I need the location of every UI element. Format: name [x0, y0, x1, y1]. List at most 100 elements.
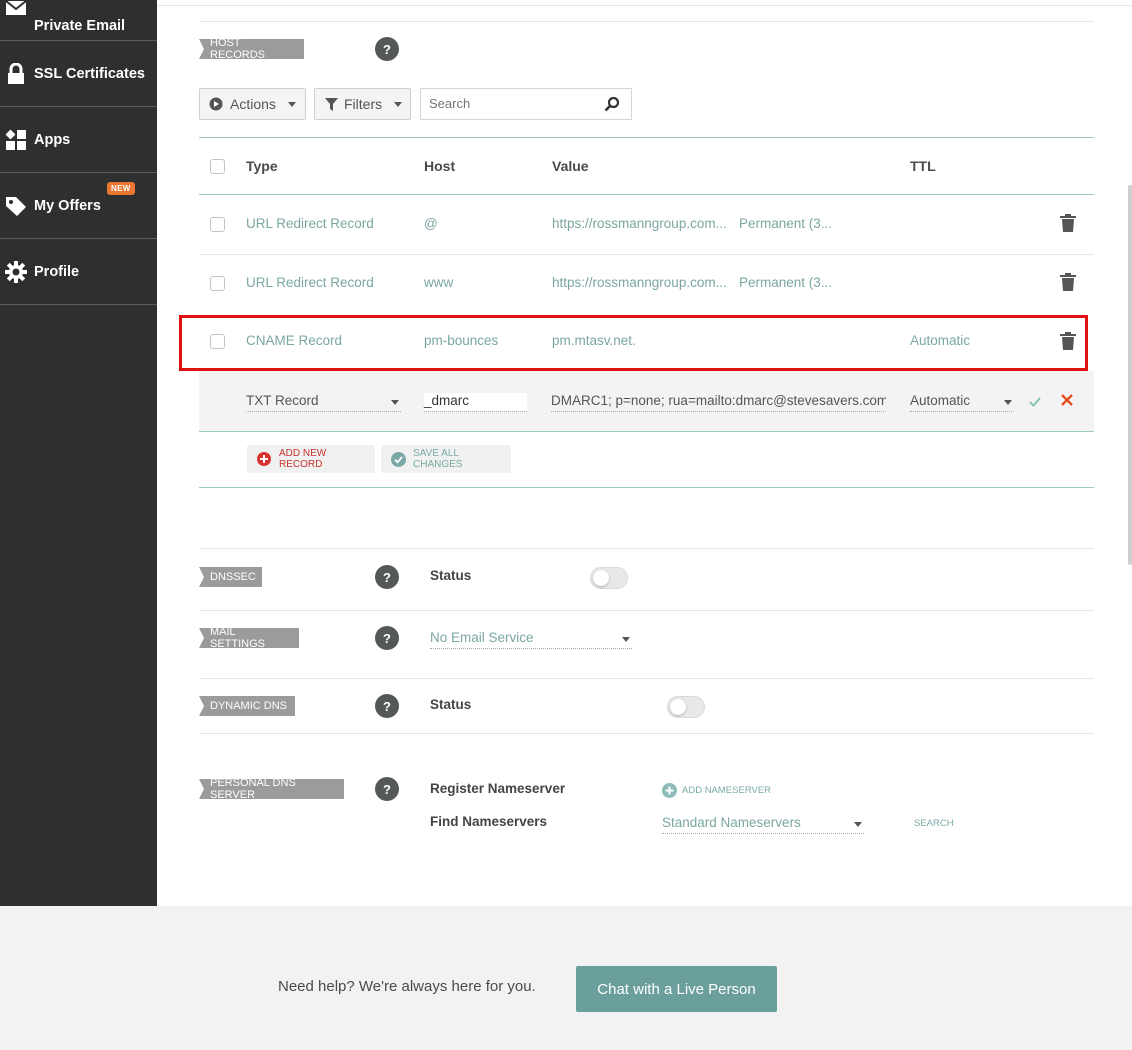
sidebar-item-label: SSL Certificates [34, 65, 145, 82]
register-nameserver-label: Register Nameserver [430, 781, 566, 796]
filters-button[interactable]: Filters [314, 88, 411, 120]
record-host[interactable]: @ [424, 216, 438, 231]
sidebar-item-apps[interactable]: Apps [0, 107, 157, 173]
record-type-select[interactable]: TXT Record [246, 393, 401, 412]
search-input[interactable] [427, 95, 591, 112]
filter-icon [325, 97, 338, 111]
table-top-border [199, 137, 1094, 138]
chat-with-live-person-button[interactable]: Chat with a Live Person [576, 966, 777, 1012]
add-nameserver-label: ADD NAMESERVER [682, 785, 772, 796]
search-icon[interactable] [604, 96, 620, 117]
sidebar-item-label: Private Email [34, 17, 126, 34]
add-nameserver-button[interactable]: ADD NAMESERVER [662, 783, 771, 798]
sidebar-item-label: Profile [34, 263, 80, 280]
actions-button[interactable]: Actions [199, 88, 306, 120]
play-circle-icon [209, 97, 223, 111]
record-redirect-type[interactable]: Permanent (3... [739, 216, 832, 231]
section-tag-personal-dns-server: PERSONAL DNS SERVER [199, 777, 344, 801]
row-divider [199, 254, 1094, 255]
add-new-record-button[interactable]: ADD NEW RECORD [247, 445, 375, 473]
help-icon[interactable]: ? [375, 777, 399, 801]
help-text: Need help? We're always here for you. [278, 978, 536, 995]
checkmark-icon[interactable] [1029, 394, 1041, 412]
nameserver-type-select[interactable]: Standard Nameservers [662, 815, 864, 834]
chevron-down-icon [622, 637, 630, 642]
row-checkbox[interactable] [210, 276, 225, 291]
sidebar-item-label: Apps [34, 131, 71, 148]
envelope-icon [4, 0, 28, 20]
section-tag-dynamic-dns: DYNAMIC DNS [199, 696, 295, 716]
value-input-value: DMARC1; p=none; rua=mailto:dmarc@stevesa… [551, 393, 886, 408]
chevron-down-icon [394, 101, 403, 107]
edit-row-border [199, 431, 1094, 432]
actions-label: Actions [230, 96, 276, 112]
record-type[interactable]: URL Redirect Record [246, 216, 374, 231]
dnssec-toggle[interactable] [590, 567, 628, 589]
add-new-record-label: ADD NEW RECORD [279, 448, 327, 470]
sidebar-item-profile[interactable]: Profile [0, 239, 157, 305]
divider [199, 610, 1094, 611]
chevron-down-icon [1004, 400, 1012, 405]
dynamic-dns-toggle[interactable] [667, 696, 705, 718]
apps-grid-icon [4, 128, 28, 152]
find-nameservers-label: Find Nameservers [430, 814, 548, 829]
save-all-changes-label: SAVE ALL CHANGES [413, 448, 463, 470]
row-checkbox[interactable] [210, 217, 225, 232]
plus-circle-icon [257, 452, 271, 466]
divider [199, 548, 1094, 549]
footer [0, 906, 1132, 1050]
lock-icon [4, 62, 28, 86]
column-header-ttl: TTL [910, 158, 936, 174]
divider [199, 678, 1094, 679]
section-tag-mail-settings: MAIL SETTINGS [199, 626, 299, 650]
close-icon[interactable] [1061, 393, 1073, 411]
nameserver-type-value: Standard Nameservers [662, 815, 801, 830]
help-icon[interactable]: ? [375, 626, 399, 650]
new-badge: NEW [107, 182, 135, 195]
record-redirect-type[interactable]: Permanent (3... [739, 275, 832, 290]
chevron-down-icon [391, 400, 399, 405]
sidebar-item-private-email[interactable]: Private Email [0, 0, 157, 41]
record-host[interactable]: www [424, 275, 453, 290]
check-circle-icon [391, 451, 406, 467]
column-header-type: Type [246, 158, 278, 174]
column-header-host: Host [424, 158, 456, 174]
record-type-value: TXT Record [246, 393, 319, 408]
edit-record-row[interactable]: TXT Record _dmarc DMARC1; p=none; rua=ma… [199, 371, 1094, 431]
help-icon[interactable]: ? [375, 37, 399, 61]
trash-icon[interactable] [1060, 273, 1076, 291]
mail-service-select[interactable]: No Email Service [430, 630, 632, 649]
help-icon[interactable]: ? [375, 565, 399, 589]
dynamic-dns-status-label: Status [430, 697, 472, 712]
search-box[interactable] [420, 88, 632, 120]
tag-icon [4, 194, 28, 218]
record-type[interactable]: URL Redirect Record [246, 275, 374, 290]
ttl-select[interactable]: Automatic [910, 393, 1014, 412]
chevron-down-icon [854, 822, 862, 827]
host-input-value: _dmarc [424, 393, 470, 408]
value-input[interactable]: DMARC1; p=none; rua=mailto:dmarc@stevesa… [551, 393, 886, 412]
search-nameservers-button[interactable]: SEARCH [914, 818, 954, 829]
section-border [199, 487, 1094, 488]
chevron-down-icon [287, 101, 296, 107]
sidebar-item-ssl-certificates[interactable]: SSL Certificates [0, 41, 157, 107]
record-value[interactable]: https://rossmanngroup.com... [552, 216, 727, 231]
mail-service-value: No Email Service [430, 630, 534, 645]
trash-icon[interactable] [1060, 214, 1076, 232]
header-bottom-border [199, 194, 1094, 195]
sidebar-item-label: My Offers [34, 197, 101, 214]
save-all-changes-button[interactable]: SAVE ALL CHANGES [381, 445, 511, 473]
scrollbar[interactable] [1128, 185, 1132, 565]
help-icon[interactable]: ? [375, 694, 399, 718]
section-tag-dnssec: DNSSEC [199, 567, 262, 587]
plus-circle-icon [662, 783, 677, 798]
record-value[interactable]: https://rossmanngroup.com... [552, 275, 727, 290]
host-input[interactable]: _dmarc [424, 393, 527, 412]
top-divider [157, 5, 1132, 6]
sidebar: Private Email SSL Certificates Apps My O… [0, 0, 157, 906]
column-header-value: Value [552, 158, 589, 174]
divider [199, 21, 1094, 22]
row-highlight-box [179, 315, 1088, 371]
gear-icon [4, 260, 28, 284]
select-all-checkbox[interactable] [210, 159, 225, 174]
